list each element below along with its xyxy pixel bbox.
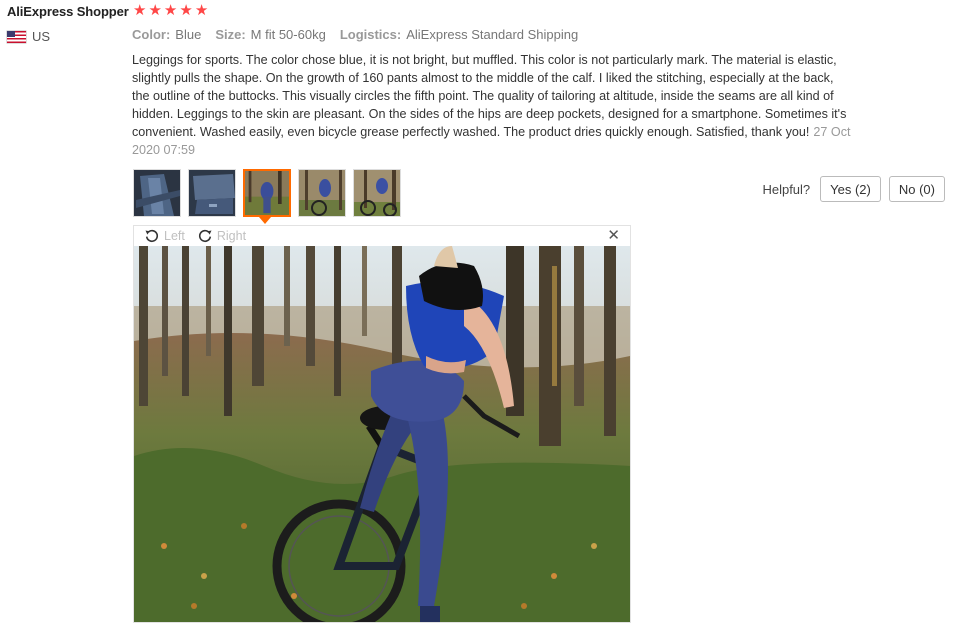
thumbnail-image — [354, 170, 400, 216]
rotate-left-icon — [145, 229, 158, 243]
helpful-yes-button[interactable]: Yes (2) — [820, 176, 881, 202]
attribute-color: Color: Blue — [132, 27, 202, 42]
star-icon: ★ — [179, 2, 193, 19]
cyclist-photo — [134, 246, 630, 622]
attribute-logistics: Logistics: AliExpress Standard Shipping — [339, 27, 579, 42]
helpful-vote: Helpful? Yes (2) No (0) — [762, 176, 945, 202]
rotate-right-icon — [198, 229, 212, 243]
selected-thumbnail-pointer — [259, 217, 271, 224]
review-photo-large — [134, 246, 630, 622]
review-attributes: Color: Blue Size: M fit 50-60kg Logistics:… — [132, 27, 578, 42]
thumbnail-image — [189, 170, 235, 216]
star-icon: ★ — [133, 2, 147, 19]
photo-thumbnail[interactable] — [133, 169, 181, 217]
review-photo-thumbnails — [133, 169, 401, 217]
attribute-size: Size: M fit 50-60kg — [215, 27, 326, 42]
helpful-label: Helpful? — [762, 181, 811, 197]
rotate-right-label: Right — [216, 229, 247, 243]
review-body: Leggings for sports. The color chose blu… — [132, 53, 847, 139]
us-flag-icon — [7, 30, 26, 43]
photo-thumbnail[interactable] — [298, 169, 346, 217]
star-icon: ★ — [194, 2, 209, 19]
thumbnail-image — [299, 170, 345, 216]
viewer-toolbar: Left Right ✕ — [134, 226, 630, 246]
star-rating: ★ ★ ★ ★ ★ — [133, 3, 208, 19]
review-text: Leggings for sports. The color chose blu… — [132, 51, 852, 159]
star-icon: ★ — [148, 2, 162, 19]
photo-thumbnail-selected[interactable] — [243, 169, 291, 217]
rotate-left-label: Left — [164, 229, 185, 243]
thumbnail-image — [134, 170, 180, 216]
rotate-left-button[interactable]: Left — [144, 228, 185, 244]
photo-viewer: Left Right ✕ — [133, 225, 631, 623]
photo-thumbnail[interactable] — [188, 169, 236, 217]
country-code: US — [32, 29, 51, 44]
reviewer-name: AliExpress Shopper — [7, 4, 129, 19]
helpful-no-button[interactable]: No (0) — [888, 176, 945, 202]
star-icon: ★ — [163, 2, 178, 19]
thumbnail-image — [245, 171, 289, 215]
rotate-right-button[interactable]: Right — [197, 228, 246, 244]
close-icon[interactable]: ✕ — [607, 227, 620, 245]
photo-thumbnail[interactable] — [353, 169, 401, 217]
reviewer-country: US — [7, 29, 50, 44]
